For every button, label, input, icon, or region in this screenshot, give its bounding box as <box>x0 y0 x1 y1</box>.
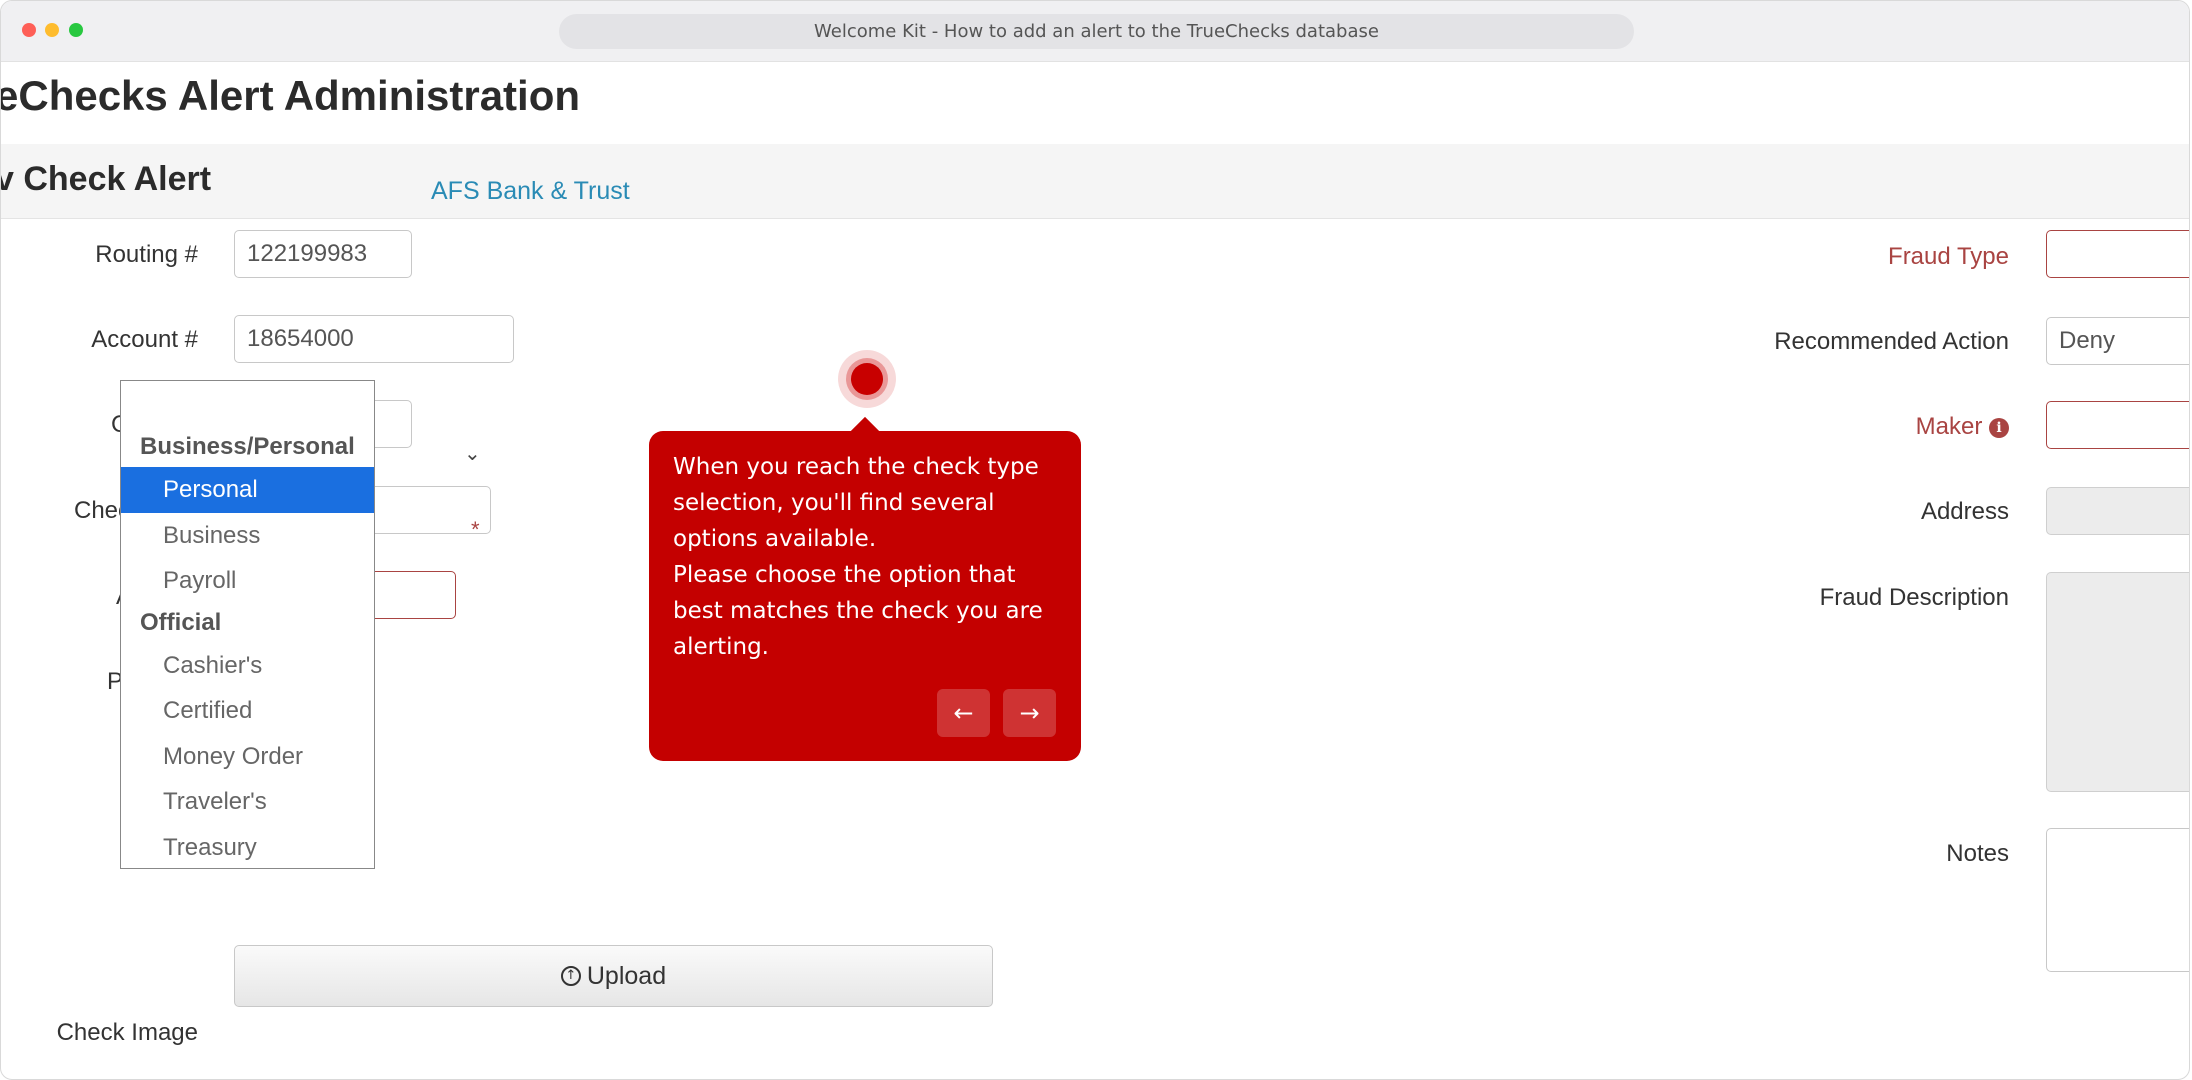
routing-label: Routing # <box>95 241 198 268</box>
info-icon[interactable]: i <box>1989 417 2009 438</box>
routing-input[interactable]: 122199983 <box>234 230 412 278</box>
upload-icon: ↑ <box>560 966 581 986</box>
guide-beacon[interactable] <box>838 350 896 408</box>
recommended-action-select[interactable]: Deny <box>2046 317 2189 365</box>
chevron-down-icon: ⌄ <box>464 443 481 465</box>
group-label-business-personal: Business/Personal <box>140 433 355 460</box>
address-bar[interactable]: Welcome Kit - How to add an alert to the… <box>559 14 1634 49</box>
option-payroll[interactable]: Payroll <box>121 558 374 604</box>
required-marker: * <box>471 517 480 542</box>
upload-label: Upload <box>586 961 667 990</box>
option-money-order[interactable]: Money Order <box>121 734 374 780</box>
section-title: v Check Alert <box>1 160 212 198</box>
option-travelers[interactable]: Traveler's <box>121 779 374 825</box>
maker-label-text: Maker <box>1915 413 1983 440</box>
fraud-type-input[interactable] <box>2046 230 2189 278</box>
minimize-window-button[interactable] <box>45 23 59 37</box>
account-label: Account # <box>91 326 198 353</box>
check-type-dropdown[interactable]: Business/Personal Personal Business Payr… <box>120 380 375 869</box>
bank-name-link[interactable]: AFS Bank & Trust <box>431 177 630 206</box>
option-cashiers[interactable]: Cashier's <box>121 643 374 689</box>
page-title: eChecks Alert Administration <box>1 72 581 119</box>
option-certified[interactable]: Certified <box>121 688 374 734</box>
arrow-left-icon: ← <box>953 699 974 727</box>
account-input[interactable]: 18654000 <box>234 315 514 363</box>
title-bar: Welcome Kit - How to add an alert to the… <box>1 1 2189 62</box>
tooltip-text-line1: When you reach the check type selection,… <box>673 454 1039 552</box>
fraud-description-label: Fraud Description <box>1819 584 2009 611</box>
browser-window: Welcome Kit - How to add an alert to the… <box>0 0 2190 1080</box>
arrow-right-icon: → <box>1019 699 1040 727</box>
notes-label: Notes <box>1946 840 2009 867</box>
option-personal[interactable]: Personal <box>121 467 374 513</box>
notes-textarea[interactable] <box>2046 828 2189 972</box>
check-image-label: Check Image <box>56 1019 198 1046</box>
tooltip-prev-button[interactable]: ← <box>937 689 990 737</box>
fraud-type-label: Fraud Type <box>1888 243 2009 270</box>
guide-tooltip: When you reach the check type selection,… <box>649 416 1081 761</box>
maker-label: Maker i <box>1916 413 2009 441</box>
group-label-official: Official <box>140 609 222 636</box>
upload-button[interactable]: ↑ Upload <box>234 945 993 1007</box>
close-window-button[interactable] <box>22 23 36 37</box>
maximize-window-button[interactable] <box>69 23 83 37</box>
address-input <box>2046 487 2189 535</box>
maker-input[interactable] <box>2046 401 2189 449</box>
tooltip-text-line2: Please choose the option that best match… <box>673 562 1043 660</box>
option-business[interactable]: Business <box>121 513 374 559</box>
tooltip-next-button[interactable]: → <box>1003 689 1056 737</box>
option-treasury[interactable]: Treasury <box>121 825 374 871</box>
section-header: v Check Alert <box>1 144 2189 219</box>
fraud-description-textarea <box>2046 572 2189 792</box>
recommended-action-label: Recommended Action <box>1774 328 2009 355</box>
address-label: Address <box>1920 498 2009 525</box>
